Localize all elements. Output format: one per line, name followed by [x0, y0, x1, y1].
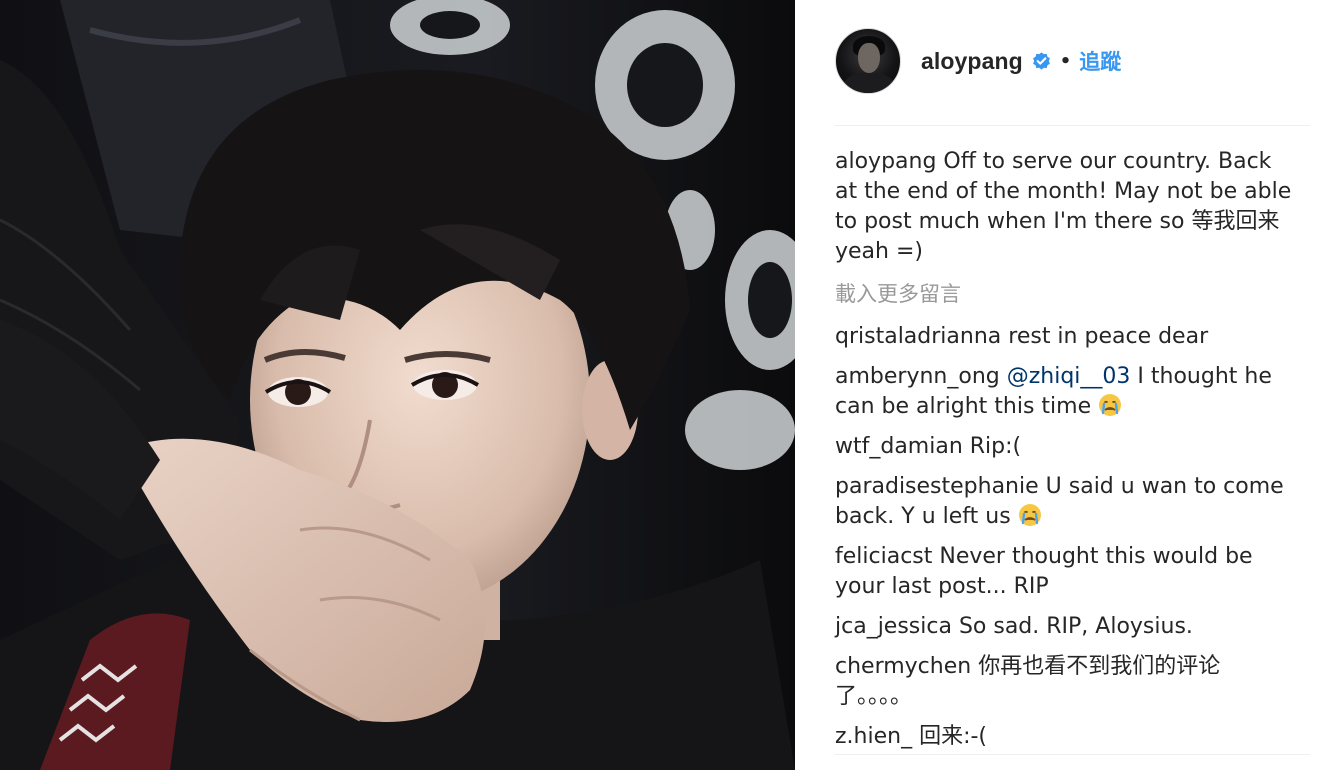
comment-item: wtf_damian Rip:( [835, 432, 1295, 462]
header-username[interactable]: aloypang [921, 48, 1023, 75]
comment-text: Rip:( [962, 434, 1022, 459]
header-separator: • [1059, 50, 1072, 72]
post-photo-image [0, 0, 795, 770]
comment-item: qristaladrianna rest in peace dear [835, 322, 1295, 352]
comment-username[interactable]: wtf_damian [835, 434, 963, 459]
header-divider [835, 125, 1310, 126]
comment-username[interactable]: amberynn_ong [835, 364, 1000, 389]
post-side-panel: aloypang • 追蹤 aloypang Off to serve our … [795, 0, 1320, 770]
avatar[interactable] [835, 28, 901, 94]
comment-username[interactable]: paradisestephanie [835, 474, 1039, 499]
caption-username[interactable]: aloypang [835, 149, 936, 174]
comment-item: z.hien_ 回来:-( [835, 722, 1295, 752]
comment-item: paradisestephanie U said u wan to come b… [835, 472, 1295, 532]
comment-text: 回来:-( [912, 724, 988, 749]
comment-username[interactable]: z.hien_ [835, 724, 912, 749]
comment-username[interactable]: chermychen [835, 654, 971, 679]
follow-button[interactable]: 追蹤 [1079, 46, 1121, 76]
crying-face-icon [1018, 504, 1041, 526]
avatar-face [858, 43, 880, 73]
crying-face-icon [1099, 394, 1122, 416]
avatar-body [844, 73, 894, 93]
comment-item: chermychen 你再也看不到我们的评论了。。。。 [835, 652, 1295, 712]
comments-list: aloypang Off to serve our country. Back … [835, 147, 1295, 762]
comment-username[interactable]: qristaladrianna [835, 324, 1001, 349]
post-caption: aloypang Off to serve our country. Back … [835, 147, 1295, 267]
post-photo[interactable] [0, 0, 795, 770]
comment-item: amberynn_ong @zhiqi__03 I thought he can… [835, 362, 1295, 422]
comment-text: rest in peace dear [1001, 324, 1209, 349]
post-header: aloypang • 追蹤 [835, 26, 1305, 96]
comment-username[interactable]: feliciacst [835, 544, 932, 569]
verified-badge-icon [1032, 51, 1050, 70]
comment-mention[interactable]: @zhiqi__03 [1000, 364, 1131, 389]
load-more-comments-button[interactable]: 載入更多留言 [835, 279, 1295, 309]
comment-item: feliciacst Never thought this would be y… [835, 542, 1295, 602]
bottom-divider [835, 754, 1310, 755]
comment-item: jca_jessica So sad. RIP, Aloysius. [835, 612, 1295, 642]
comment-text: So sad. RIP, Aloysius. [951, 614, 1193, 639]
comment-username[interactable]: jca_jessica [835, 614, 952, 639]
